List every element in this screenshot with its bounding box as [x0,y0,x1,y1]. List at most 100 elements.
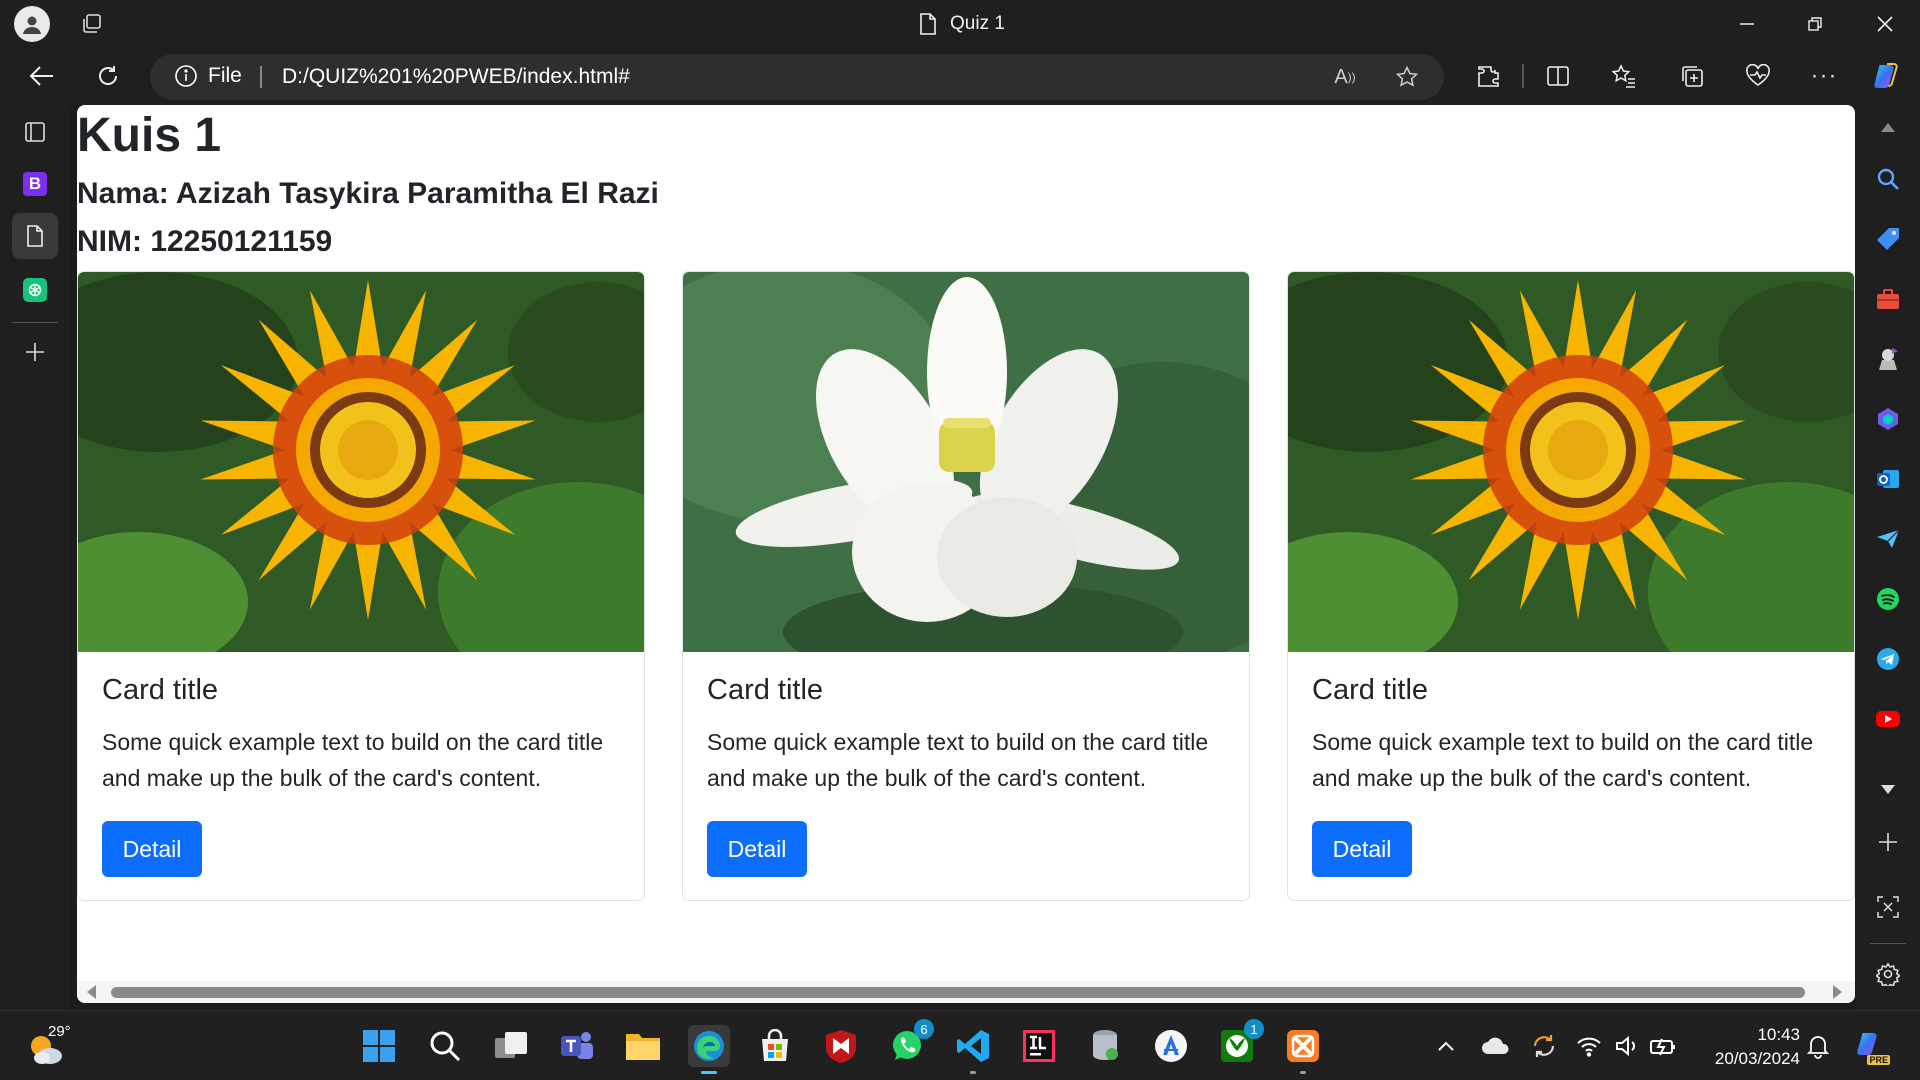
collections-icon[interactable] [1672,58,1712,94]
add-app-icon[interactable] [1872,826,1904,858]
refresh-icon[interactable] [88,58,128,94]
start-windows-icon[interactable] [358,1025,400,1067]
spotify-icon[interactable] [1872,583,1904,615]
tray-overflow-chevron-icon[interactable] [1430,1025,1462,1067]
quiz-page-tab[interactable] [12,213,58,259]
settings-icon[interactable] [1872,958,1904,990]
scroll-left-icon[interactable] [87,985,96,999]
detail-button[interactable]: Detail [102,821,202,877]
edge-sidebar [1856,105,1920,1010]
search-icon[interactable] [1872,163,1904,195]
taskbar-clock[interactable]: 10:43 20/03/2024 [1690,1023,1800,1071]
horizontal-scrollbar[interactable] [77,981,1855,1003]
clock-time: 10:43 [1757,1025,1800,1044]
split-screen-icon[interactable] [1538,58,1578,94]
tab-actions-icon[interactable] [12,109,58,155]
mcafee-icon[interactable] [820,1025,862,1067]
browser-toolbar: File D:/QUIZ%201%20PWEB/index.html# A)) … [0,48,1920,105]
intellij-icon[interactable] [1018,1025,1060,1067]
flower-card: Card title Some quick example text to bu… [1287,271,1855,901]
clock-date: 20/03/2024 [1714,1049,1800,1068]
whatsapp-icon[interactable]: 6 [886,1019,934,1067]
window-title: Quiz 1 [918,12,1005,36]
page-document-icon [920,13,936,35]
white-lotus-flower-photo [683,272,1249,652]
telegram-icon[interactable] [1872,643,1904,675]
site-info-button[interactable]: File [174,64,242,88]
card-title: Card title [707,674,824,706]
bootstrap-tab[interactable]: B [12,161,58,207]
detail-button[interactable]: Detail [707,821,807,877]
send-icon[interactable] [1872,523,1904,555]
games-icon[interactable] [1872,343,1904,375]
browser-essentials-icon[interactable] [1738,58,1778,94]
card-title: Card title [1312,674,1429,706]
address-bar[interactable]: File D:/QUIZ%201%20PWEB/index.html# A)) [150,54,1444,100]
quiz-page-tab-icon [27,225,43,247]
xbox-icon[interactable]: 1 [1216,1019,1264,1067]
shopping-tag-icon[interactable] [1872,223,1904,255]
favorites-icon[interactable] [1604,58,1644,94]
tabs-divider [12,322,58,323]
copilot-sidebar-icon[interactable] [1872,403,1904,435]
chatgpt-tab[interactable] [12,267,58,313]
more-menu-icon[interactable]: ··· [1804,58,1844,94]
scrollbar-thumb[interactable] [111,987,1805,998]
weather-widget[interactable]: 29° [26,1023,96,1069]
close-icon[interactable] [1862,8,1908,40]
appx-installer-icon[interactable] [1150,1025,1192,1067]
outlook-icon[interactable] [1872,463,1904,495]
favorite-star-icon[interactable] [1390,62,1424,92]
profile-avatar-icon[interactable] [14,6,50,42]
scroll-up-icon[interactable] [1872,111,1904,143]
xampp-icon[interactable] [1282,1025,1324,1074]
new-tab-plus-icon[interactable] [12,329,58,375]
copilot-icon[interactable] [1866,58,1906,94]
youtube-icon[interactable] [1872,703,1904,735]
card-title: Card title [102,674,219,706]
wifi-icon[interactable] [1572,1025,1606,1067]
xbox-badge: 1 [1244,1019,1264,1039]
gazania-flower-photo [78,272,644,652]
task-view-icon[interactable] [490,1025,532,1067]
scroll-right-icon[interactable] [1833,985,1842,999]
sync-icon[interactable] [1526,1025,1562,1067]
url-text[interactable]: D:/QUIZ%201%20PWEB/index.html# [282,65,630,89]
chatgpt-tab-icon [23,278,47,302]
database-app-icon[interactable] [1084,1025,1126,1067]
tools-icon[interactable] [1872,283,1904,315]
workspaces-icon[interactable] [76,10,108,38]
teams-icon[interactable] [556,1025,598,1067]
vscode-icon[interactable] [952,1025,994,1074]
notifications-bell-icon[interactable] [1800,1025,1836,1067]
flower-card: Card title Some quick example text to bu… [77,271,645,901]
detail-button[interactable]: Detail [1312,821,1412,877]
microsoft-store-icon[interactable] [754,1025,796,1067]
student-name: Nama: Azizah Tasykira Paramitha El Razi [77,177,659,210]
onedrive-cloud-icon[interactable] [1478,1025,1514,1067]
window-title-text: Quiz 1 [950,13,1005,34]
back-arrow-icon[interactable] [22,58,62,94]
scheme-label: File [208,64,242,87]
screenshot-icon[interactable] [1872,891,1904,923]
weather-temperature: 29° [48,1023,71,1040]
minimize-icon[interactable] [1724,8,1770,40]
copilot-preview-icon[interactable]: PRE [1850,1025,1890,1067]
battery-charging-icon[interactable] [1646,1025,1680,1067]
extensions-icon[interactable] [1468,58,1508,94]
file-explorer-icon[interactable] [622,1025,664,1067]
vertical-tabs-strip: B [0,105,70,1010]
running-indicator [970,1071,976,1074]
toolbar-divider [1522,64,1524,88]
info-icon [175,65,197,87]
edge-browser-icon[interactable] [688,1025,730,1074]
restore-icon[interactable] [1792,8,1838,40]
read-aloud-icon[interactable]: A)) [1328,62,1362,92]
bootstrap-tab-icon: B [23,172,47,196]
page-viewport[interactable]: Kuis 1 Nama: Azizah Tasykira Paramitha E… [77,105,1855,1003]
flower-card: Card title Some quick example text to bu… [682,271,1250,901]
search-taskbar-icon[interactable] [424,1025,466,1067]
page-heading: Kuis 1 [77,109,222,162]
scroll-down-icon[interactable] [1872,773,1904,805]
volume-icon[interactable] [1610,1025,1644,1067]
